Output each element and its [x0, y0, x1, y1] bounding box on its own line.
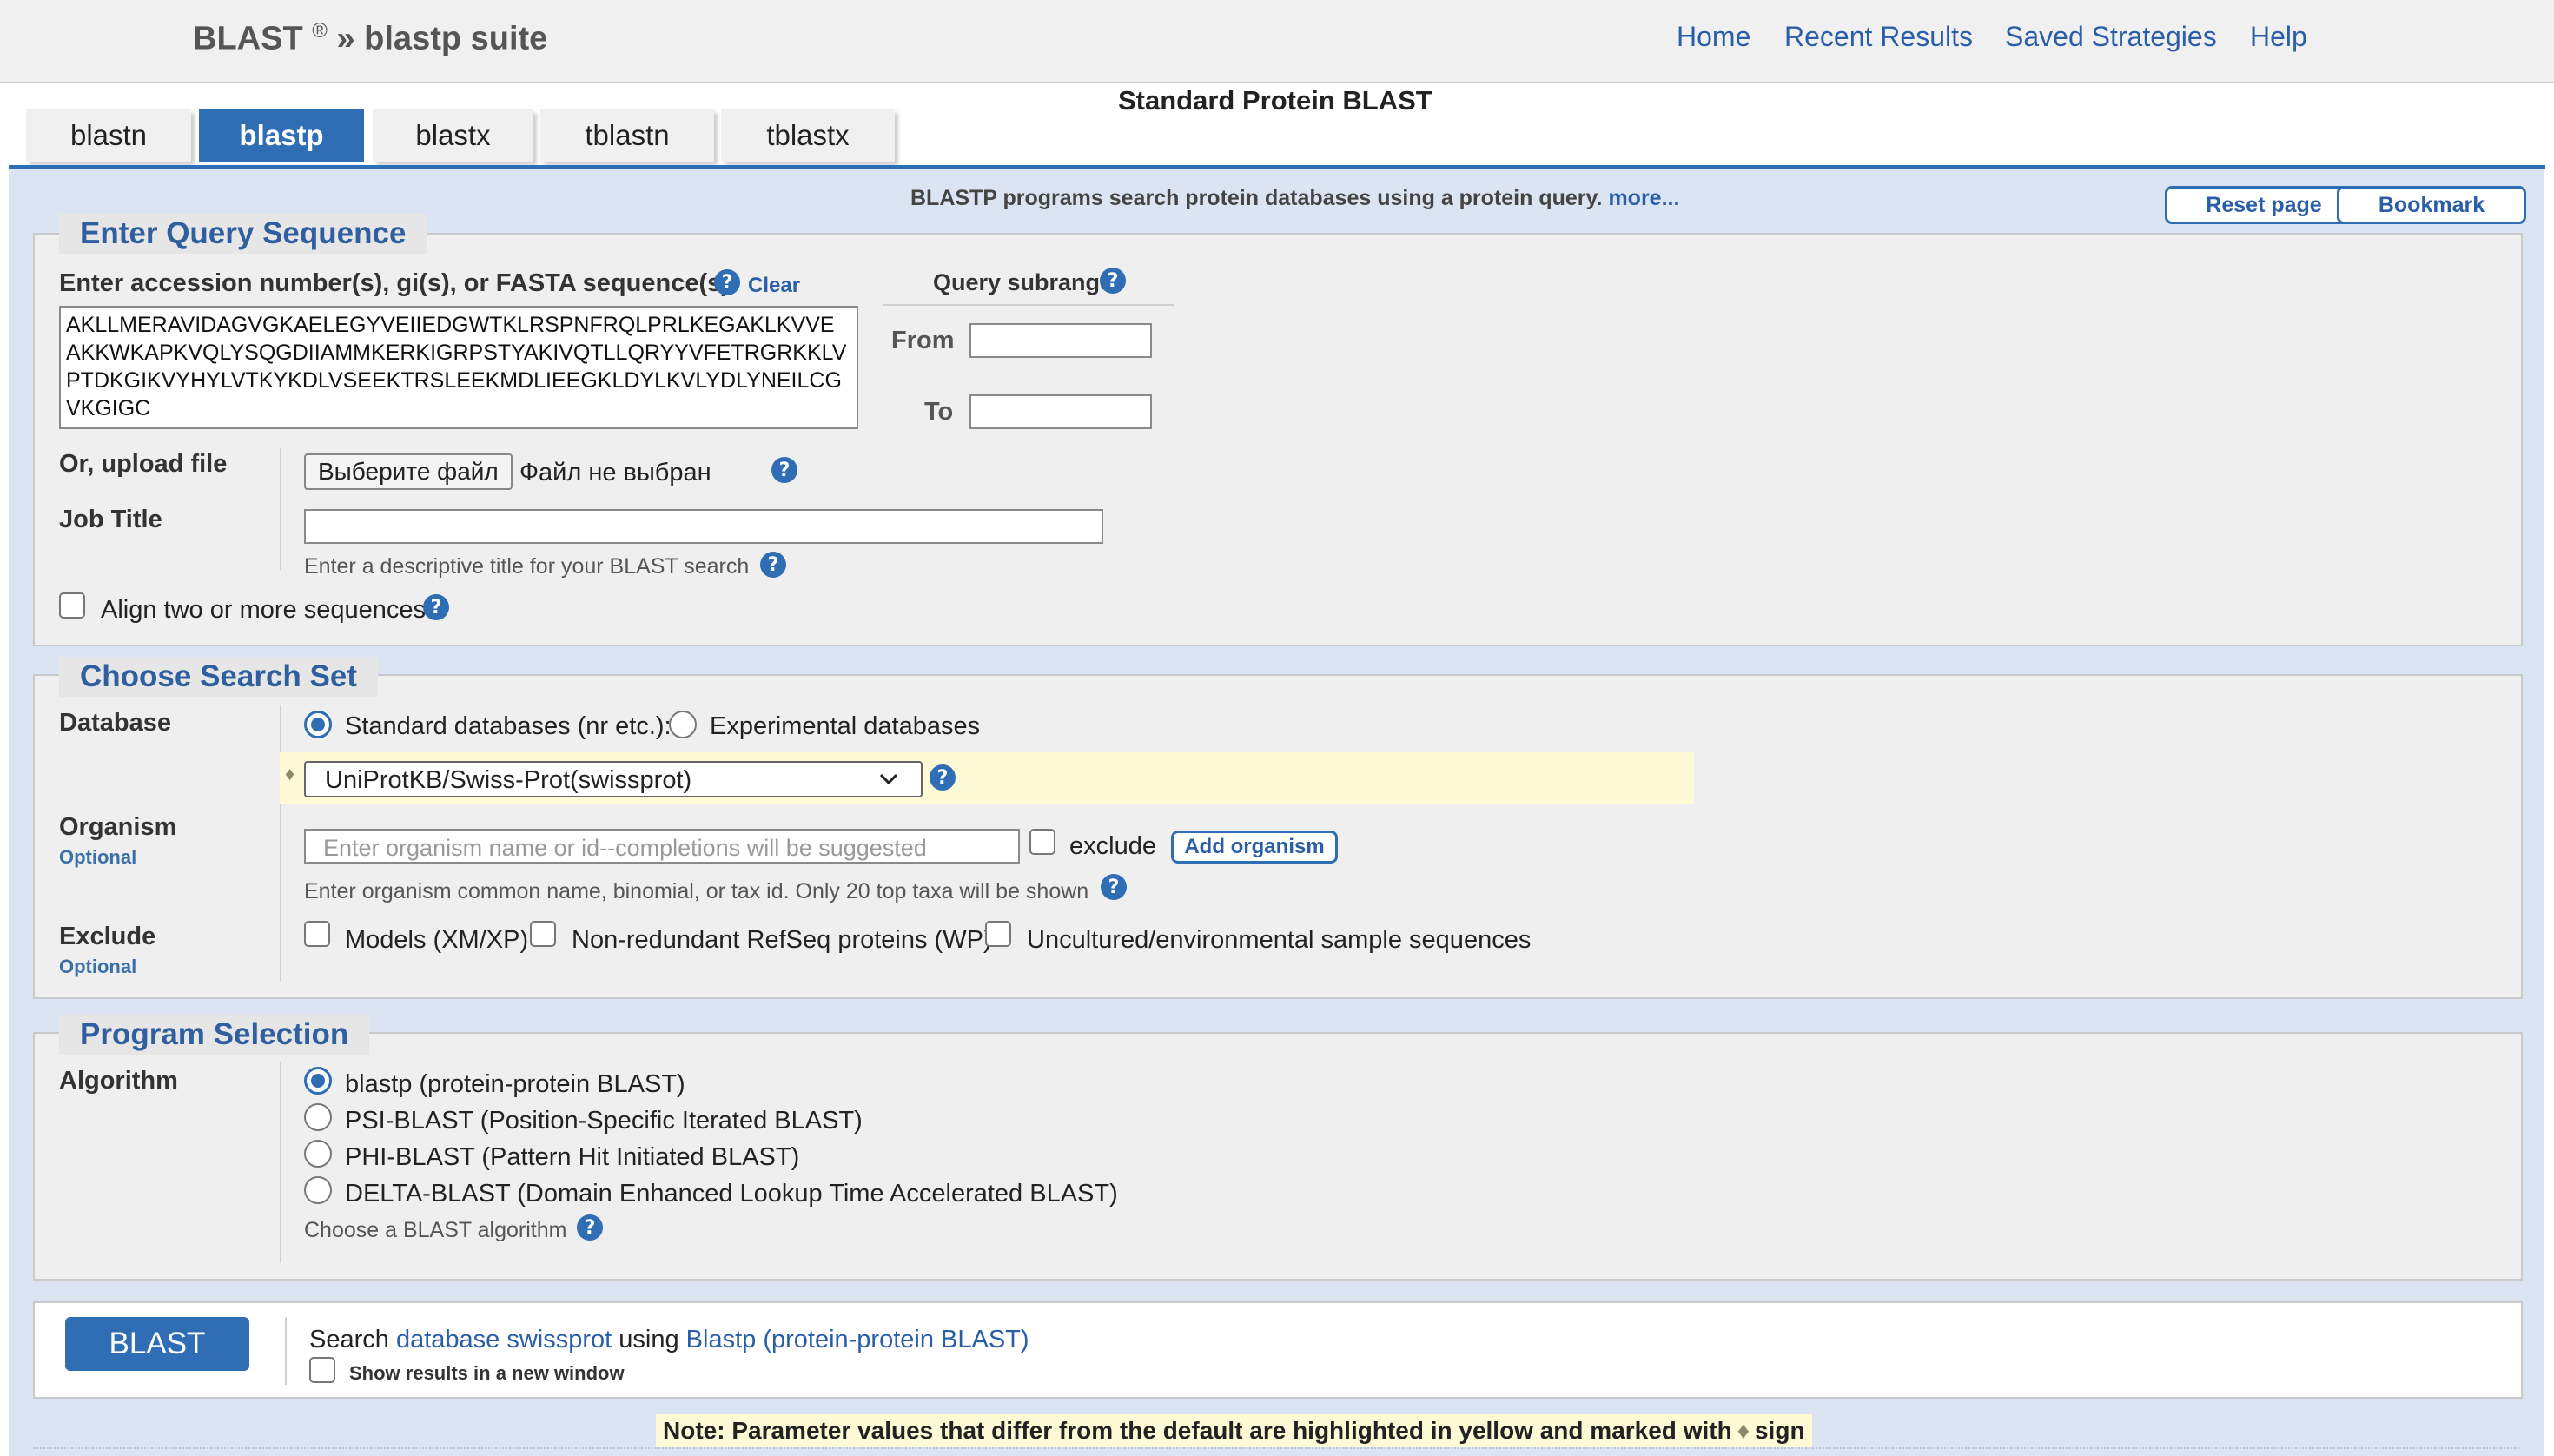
exclude-models-checkbox[interactable] — [304, 921, 330, 947]
add-organism-button[interactable]: Add organism — [1171, 831, 1338, 864]
page-title: Standard Protein BLAST — [1118, 85, 1432, 116]
clear-link[interactable]: Clear — [748, 274, 800, 298]
organism-help-icon[interactable]: ? — [1101, 874, 1127, 900]
standard-db-radio[interactable] — [304, 711, 332, 738]
program-divider — [280, 1062, 281, 1263]
note-diamond-icon: ♦ — [1737, 1417, 1750, 1444]
standard-db-label: Standard databases (nr etc.): — [345, 712, 672, 740]
new-window-checkbox[interactable] — [309, 1357, 335, 1383]
note-text-end: sign — [1754, 1417, 1805, 1444]
upload-help-icon[interactable]: ? — [771, 457, 797, 483]
upload-divider — [280, 448, 281, 570]
search-set-divider — [280, 705, 281, 982]
nav-recent-results[interactable]: Recent Results — [1784, 21, 1973, 53]
nav-help[interactable]: Help — [2250, 21, 2307, 53]
algorithm-phiblast-radio[interactable] — [304, 1140, 332, 1168]
submit-divider — [285, 1317, 287, 1385]
subrange-divider — [883, 304, 1174, 306]
nav-home[interactable]: Home — [1677, 21, 1750, 53]
to-input[interactable] — [969, 394, 1152, 429]
algorithm-blastp-label: blastp (protein-protein BLAST) — [345, 1070, 685, 1098]
database-select[interactable]: UniProtKB/Swiss-Prot(swissprot) — [304, 761, 923, 797]
organism-label: Organism — [59, 813, 177, 841]
query-subrange-label: Query subrange — [933, 269, 1114, 295]
database-help-icon[interactable]: ? — [930, 764, 956, 791]
search-word: Search — [309, 1326, 389, 1353]
blast-button[interactable]: BLAST — [65, 1317, 249, 1371]
algorithm-deltablast-label: DELTA-BLAST (Domain Enhanced Lookup Time… — [345, 1180, 1118, 1208]
exclude-uncultured-label: Uncultured/environmental sample sequence… — [1027, 926, 1532, 954]
upload-file-label: Or, upload file — [59, 450, 228, 478]
tab-blastx[interactable]: blastx — [373, 109, 533, 162]
tab-blastp[interactable]: blastp — [199, 109, 364, 162]
tab-tblastx[interactable]: tblastx — [721, 109, 895, 162]
tab-tblastn[interactable]: tblastn — [540, 109, 714, 162]
algorithm-blastp-radio[interactable] — [304, 1067, 332, 1095]
exclude-optional: Optional — [59, 956, 137, 977]
from-label: From — [891, 327, 955, 354]
exclude-refseq-checkbox[interactable] — [530, 921, 556, 947]
more-link[interactable]: more... — [1608, 186, 1679, 210]
submit-summary: Search database swissprot using Blastp (… — [309, 1326, 1029, 1354]
job-title-input[interactable] — [304, 509, 1103, 544]
from-input[interactable] — [969, 323, 1152, 358]
bookmark-button[interactable]: Bookmark — [2337, 186, 2526, 224]
database-label: Database — [59, 709, 171, 737]
job-title-hint: Enter a descriptive title for your BLAST… — [304, 554, 750, 579]
job-title-label: Job Title — [59, 506, 162, 533]
job-title-help-icon[interactable]: ? — [760, 552, 786, 578]
chevron-down-icon — [879, 773, 898, 785]
organism-input[interactable]: Enter organism name or id--completions w… — [304, 829, 1020, 864]
search-set-legend: Choose Search Set — [59, 657, 378, 697]
program-link[interactable]: Blastp (protein-protein BLAST) — [686, 1326, 1029, 1353]
tab-blastn[interactable]: blastn — [26, 109, 191, 162]
experimental-db-radio[interactable] — [669, 711, 697, 738]
database-link[interactable]: database swissprot — [396, 1326, 612, 1353]
exclude-refseq-label: Non-redundant RefSeq proteins (WP) — [572, 926, 992, 954]
brand-name: BLAST — [193, 20, 303, 57]
using-word: using — [619, 1326, 679, 1353]
database-select-value: UniProtKB/Swiss-Prot(swissprot) — [325, 766, 692, 794]
file-status: Файл не выбран — [519, 459, 711, 486]
organism-hint: Enter organism common name, binomial, or… — [304, 879, 1089, 903]
reset-page-button[interactable]: Reset page — [2165, 186, 2363, 224]
bottom-divider — [33, 1447, 2519, 1451]
query-help-icon[interactable]: ? — [714, 269, 740, 295]
to-label: To — [924, 398, 954, 426]
algorithm-hint: Choose a BLAST algorithm — [304, 1218, 567, 1242]
algorithm-psiblast-label: PSI-BLAST (Position-Specific Iterated BL… — [345, 1107, 863, 1135]
query-sequence-input[interactable]: AKLLMERAVIDAGVGKAELEGYVEIIEDGWTKLRSPNFRQ… — [59, 306, 858, 429]
choose-file-button[interactable]: Выберите файл — [304, 453, 513, 490]
experimental-db-label: Experimental databases — [710, 712, 981, 740]
nav-saved-strategies[interactable]: Saved Strategies — [2005, 21, 2217, 53]
query-label: Enter accession number(s), gi(s), or FAS… — [59, 269, 730, 297]
exclude-label: Exclude — [59, 923, 156, 950]
parameter-note: Note: Parameter values that differ from … — [656, 1414, 1812, 1447]
query-legend: Enter Query Sequence — [59, 214, 427, 254]
algorithm-phiblast-label: PHI-BLAST (Pattern Hit Initiated BLAST) — [345, 1143, 800, 1171]
exclude-models-label: Models (XM/XP) — [345, 926, 529, 954]
new-window-label: Show results in a new window — [349, 1362, 625, 1384]
exclude-organism-label: exclude — [1069, 832, 1156, 860]
note-text: Note: Parameter values that differ from … — [663, 1417, 1732, 1444]
algorithm-deltablast-radio[interactable] — [304, 1176, 332, 1204]
align-sequences-label: Align two or more sequences — [101, 596, 426, 624]
organism-optional: Optional — [59, 846, 137, 868]
algorithm-help-icon[interactable]: ? — [577, 1214, 603, 1241]
description-text: BLASTP programs search protein databases… — [910, 186, 1603, 210]
organism-placeholder: Enter organism name or id--completions w… — [323, 835, 927, 861]
diamond-icon: ♦ — [285, 763, 295, 784]
algorithm-label: Algorithm — [59, 1067, 178, 1095]
algorithm-psiblast-radio[interactable] — [304, 1103, 332, 1131]
brand-title: BLAST ® » blastp suite — [193, 19, 547, 58]
align-sequences-checkbox[interactable] — [59, 592, 85, 619]
exclude-organism-checkbox[interactable] — [1029, 829, 1055, 855]
align-help-icon[interactable]: ? — [423, 594, 449, 620]
brand-registered: ® — [312, 19, 328, 43]
brand-suffix: » blastp suite — [336, 20, 548, 57]
exclude-uncultured-checkbox[interactable] — [985, 921, 1011, 947]
program-description: BLASTP programs search protein databases… — [910, 186, 1679, 211]
subrange-help-icon[interactable]: ? — [1100, 268, 1126, 294]
program-legend: Program Selection — [59, 1015, 370, 1055]
